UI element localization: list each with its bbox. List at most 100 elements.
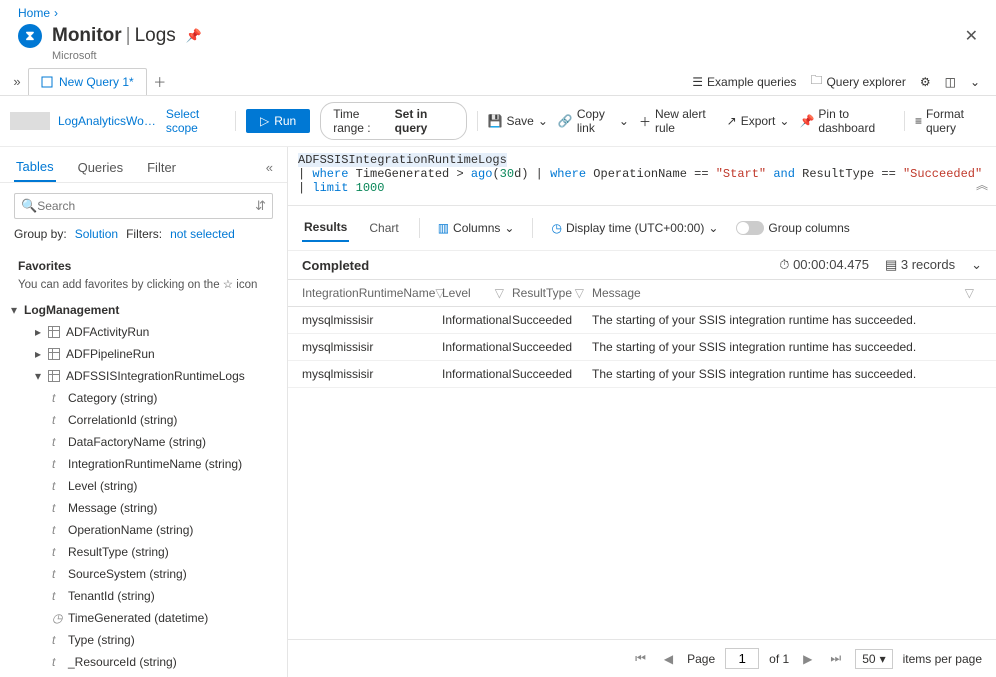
tree-column[interactable]: t_ResourceId (string) xyxy=(0,651,287,673)
type-icon: t xyxy=(52,567,62,581)
export-button[interactable]: ↗ Export ⌄ xyxy=(727,114,790,128)
filter-icon[interactable]: ▽ xyxy=(965,286,974,300)
type-icon: t xyxy=(52,479,62,493)
breadcrumb-home[interactable]: Home xyxy=(18,6,50,20)
page-section: Logs xyxy=(135,25,176,47)
query-explorer-button[interactable]: 🗀 Query explorer xyxy=(810,71,905,92)
collapse-sidebar-icon[interactable]: « xyxy=(266,160,273,175)
tree-section[interactable]: ▾ LogManagement xyxy=(0,299,287,321)
sidebar-tab-filter[interactable]: Filter xyxy=(145,154,178,181)
tree-column[interactable]: tCategory (string) xyxy=(0,387,287,409)
pin-icon[interactable]: 📌 xyxy=(186,28,202,44)
filter-toggle-icon[interactable]: ⇵ xyxy=(255,198,266,214)
query-toolbar: LogAnalyticsWo… Select scope ▷ Run Time … xyxy=(0,96,996,147)
tree-column[interactable]: tCorrelationId (string) xyxy=(0,409,287,431)
col-resulttype[interactable]: ResultType▽ xyxy=(512,286,592,300)
table-row[interactable]: mysqlmissisirInformationalSucceededThe s… xyxy=(288,307,996,334)
sidebar-tab-queries[interactable]: Queries xyxy=(76,154,126,181)
filter-icon[interactable]: ▽ xyxy=(495,286,504,300)
prev-page-button[interactable]: ◀ xyxy=(660,652,677,666)
workspace-selector[interactable]: LogAnalyticsWo… xyxy=(10,112,156,130)
tree-column[interactable]: ◷TimeGenerated (datetime) xyxy=(0,607,287,629)
chevron-down-icon: ▾ xyxy=(10,303,18,317)
collapse-editor-icon[interactable]: ︽ xyxy=(976,176,988,193)
select-scope-link[interactable]: Select scope xyxy=(166,107,225,135)
status-row: Completed ⏱ 00:00:04.475 ▤ 3 records ⌄ xyxy=(288,251,996,279)
add-tab-button[interactable]: ＋ xyxy=(147,72,173,91)
tree-column[interactable]: tMessage (string) xyxy=(0,497,287,519)
next-page-button[interactable]: ▶ xyxy=(799,652,816,666)
filters-link[interactable]: not selected xyxy=(170,227,235,241)
favorites-heading: Favorites xyxy=(0,251,287,277)
col-message[interactable]: Message▽ xyxy=(592,286,982,300)
filter-icon[interactable]: ▽ xyxy=(575,286,584,300)
type-icon: t xyxy=(52,589,62,603)
plus-icon: ＋ xyxy=(639,113,651,130)
tree-table[interactable]: ▸ADFSSISPackageEventMessageContext xyxy=(0,673,287,677)
table-row[interactable]: mysqlmissisirInformationalSucceededThe s… xyxy=(288,361,996,388)
tree-column[interactable]: tResultType (string) xyxy=(0,541,287,563)
list-icon: ☰ xyxy=(692,75,703,89)
pager: ⏮ ◀ Page of 1 ▶ ⏭ 50 ▾ items per page xyxy=(288,639,996,677)
time-range-pill[interactable]: Time range : Set in query xyxy=(320,102,466,140)
page-input[interactable] xyxy=(725,648,759,669)
last-page-button[interactable]: ⏭ xyxy=(826,651,845,666)
display-time-button[interactable]: ◷ Display time (UTC+00:00) ⌄ xyxy=(551,221,718,235)
save-button[interactable]: 💾 Save ⌄ xyxy=(488,114,548,128)
first-page-button[interactable]: ⏮ xyxy=(631,651,650,666)
groupby-link[interactable]: Solution xyxy=(75,227,118,241)
format-query-button[interactable]: ≡ Format query xyxy=(915,107,986,135)
query-tab[interactable]: New Query 1* xyxy=(28,68,147,95)
query-icon xyxy=(41,76,53,88)
copy-link-button[interactable]: 🔗 Copy link ⌄ xyxy=(558,107,629,135)
results-tab[interactable]: Results xyxy=(302,214,349,242)
new-alert-button[interactable]: ＋ New alert rule xyxy=(639,107,717,135)
tree-column[interactable]: tIntegrationRuntimeName (string) xyxy=(0,453,287,475)
format-icon: ≡ xyxy=(915,114,922,128)
example-queries-button[interactable]: ☰ Example queries xyxy=(692,75,796,89)
expand-tabs-icon[interactable]: » xyxy=(6,74,28,89)
group-columns-toggle[interactable]: Group columns xyxy=(736,221,849,235)
page-title: Monitor xyxy=(52,25,122,47)
tree-column[interactable]: tDataFactoryName (string) xyxy=(0,431,287,453)
chevron-down-icon[interactable]: ⌄ xyxy=(971,257,982,273)
chevron-down-icon: ⌄ xyxy=(619,114,629,128)
page-size-select[interactable]: 50 ▾ xyxy=(855,649,892,669)
panel-icon[interactable]: ◫ xyxy=(945,75,956,89)
clock-icon: ◷ xyxy=(551,221,561,235)
search-input[interactable] xyxy=(37,199,249,213)
pin-dashboard-button[interactable]: 📌 Pin to dashboard xyxy=(799,107,894,135)
query-tabbar: » New Query 1* ＋ ☰ Example queries 🗀 Que… xyxy=(0,68,996,96)
sidebar-tab-tables[interactable]: Tables xyxy=(14,153,56,182)
chevron-right-icon: ▸ xyxy=(34,347,42,361)
tree-column[interactable]: tTenantId (string) xyxy=(0,585,287,607)
tree-table[interactable]: ▸ADFPipelineRun xyxy=(0,343,287,365)
chevron-down-icon: ▾ xyxy=(880,652,886,666)
table-row[interactable]: mysqlmissisirInformationalSucceededThe s… xyxy=(288,334,996,361)
search-box[interactable]: 🔍 ⇵ xyxy=(14,193,273,219)
columns-button[interactable]: ▥ Columns ⌄ xyxy=(438,221,515,235)
query-editor[interactable]: ADFSSISIntegrationRuntimeLogs | where Ti… xyxy=(288,147,996,206)
save-icon: 💾 xyxy=(488,114,503,128)
col-level[interactable]: Level▽ xyxy=(442,286,512,300)
chevron-down-icon: ⌄ xyxy=(538,114,548,128)
sidebar: Tables Queries Filter « 🔍 ⇵ Group by: So… xyxy=(0,147,288,677)
tree-column[interactable]: tLevel (string) xyxy=(0,475,287,497)
run-button[interactable]: ▷ Run xyxy=(246,109,310,133)
col-integration-runtime[interactable]: IntegrationRuntimeName▽ xyxy=(302,286,442,300)
tree-table[interactable]: ▾ADFSSISIntegrationRuntimeLogs xyxy=(0,365,287,387)
tree-table[interactable]: ▸ADFActivityRun xyxy=(0,321,287,343)
tree-column[interactable]: tType (string) xyxy=(0,629,287,651)
close-icon[interactable]: ✕ xyxy=(965,26,978,46)
chevron-down-icon: ▾ xyxy=(34,369,42,383)
type-icon: t xyxy=(52,523,62,537)
table-icon xyxy=(48,348,60,360)
tree-column[interactable]: tOperationName (string) xyxy=(0,519,287,541)
link-icon: 🔗 xyxy=(558,114,573,128)
breadcrumb[interactable]: Home › xyxy=(0,0,996,20)
type-icon: t xyxy=(52,655,62,669)
chart-tab[interactable]: Chart xyxy=(367,215,400,241)
tree-column[interactable]: tSourceSystem (string) xyxy=(0,563,287,585)
chevron-down-icon[interactable]: ⌄ xyxy=(970,75,980,89)
gear-icon[interactable]: ⚙ xyxy=(920,75,931,89)
